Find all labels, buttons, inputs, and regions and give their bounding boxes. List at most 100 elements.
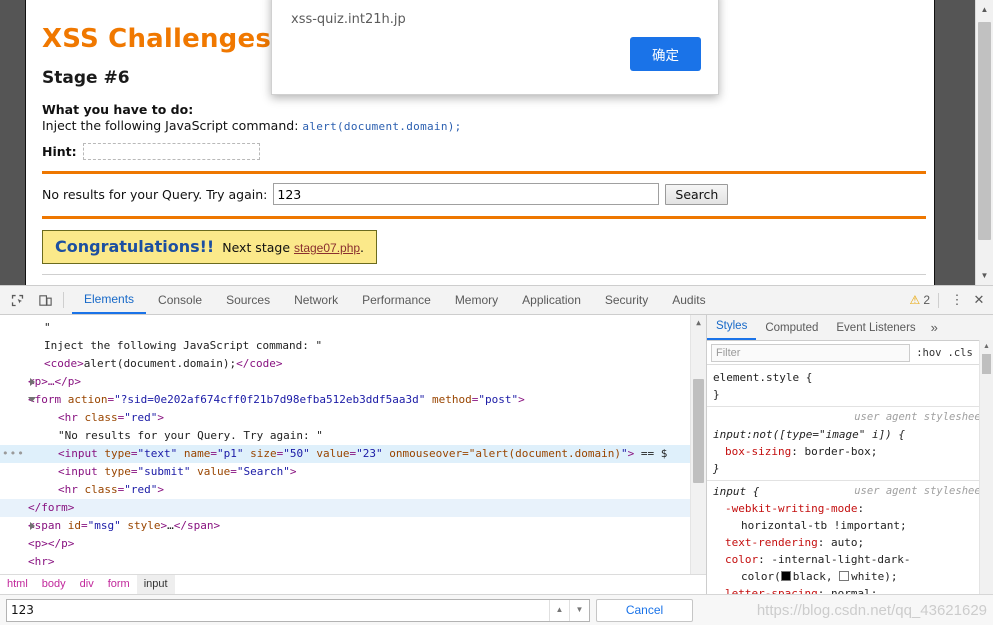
dom-node-p-collapsed[interactable]: <p>…</p> xyxy=(0,373,706,391)
style-rule-input-not-image[interactable]: user agent stylesheet input:not([type="im… xyxy=(707,407,993,481)
tab-sources[interactable]: Sources xyxy=(214,287,282,314)
tab-styles[interactable]: Styles xyxy=(707,315,757,340)
rule-value[interactable]: border-box; xyxy=(804,445,877,458)
warning-triangle-icon: ⚠ xyxy=(909,293,921,307)
watermark: https://blog.csdn.net/qq_43621629 xyxy=(756,602,987,619)
dom-tree-pane[interactable]: " Inject the following JavaScript comman… xyxy=(0,315,706,625)
dom-node-form-close[interactable]: </form> xyxy=(0,499,706,517)
collapse-triangle-icon[interactable] xyxy=(28,397,36,402)
tab-audits[interactable]: Audits xyxy=(660,287,717,314)
dom-node-code[interactable]: <code>alert(document.domain);</code> xyxy=(0,355,706,373)
dom-node-p-empty[interactable]: <p></p> xyxy=(0,535,706,553)
scroll-up-arrow-icon[interactable]: ▲ xyxy=(976,1,993,18)
style-rule-element-style[interactable]: element.style { } xyxy=(707,367,993,407)
tab-console[interactable]: Console xyxy=(146,287,214,314)
stepper-up-icon[interactable]: ▲ xyxy=(549,599,569,621)
tab-memory[interactable]: Memory xyxy=(443,287,510,314)
javascript-alert-dialog: xss-quiz.int21h.jp 确定 xyxy=(271,0,719,95)
dialog-ok-button[interactable]: 确定 xyxy=(630,37,701,71)
attr-value-open-quote: " xyxy=(356,447,363,460)
dom-node-form-open[interactable]: <form action="?sid=0e202af674cff0f21b7d9… xyxy=(0,391,706,409)
kebab-menu-icon[interactable]: ⋮ xyxy=(947,289,967,311)
rule-origin: user agent stylesheet xyxy=(854,485,987,497)
dom-node-hr-red-1[interactable]: <hr class="red"> xyxy=(0,409,706,427)
dom-scrollbar-thumb[interactable] xyxy=(693,379,704,483)
page-scrollbar[interactable]: ▲ ▼ xyxy=(975,0,993,285)
warning-counter[interactable]: ⚠ 2 xyxy=(910,293,930,307)
tab-elements[interactable]: Elements xyxy=(72,286,147,314)
tab-computed[interactable]: Computed xyxy=(756,316,827,340)
next-stage-link[interactable]: stage07.php xyxy=(294,241,360,255)
dom-node-noresults-text[interactable]: "No results for your Query. Try again: " xyxy=(0,427,706,445)
rule-prop[interactable]: text-rendering xyxy=(713,536,818,549)
toolbar-right-divider xyxy=(938,292,939,308)
expand-triangle-icon[interactable] xyxy=(30,378,35,386)
edit-value-field-wrap[interactable]: ▲ ▼ xyxy=(6,598,590,622)
styles-scrollbar-thumb[interactable] xyxy=(982,354,991,374)
styles-filter-input[interactable]: Filter xyxy=(711,343,911,362)
edit-value-input[interactable] xyxy=(7,600,549,620)
breadcrumb: html body div form input xyxy=(0,574,706,594)
color-swatch-black-icon[interactable] xyxy=(780,571,791,581)
cancel-button[interactable]: Cancel xyxy=(596,598,693,622)
screenshot-root: XSS Challenges Stage #6 What you have to… xyxy=(0,0,993,625)
hint-box[interactable] xyxy=(82,143,260,160)
device-toolbar-icon[interactable] xyxy=(34,289,56,311)
attribute-edit-bar: ▲ ▼ Cancel https://blog.csdn.net/qq_4362… xyxy=(0,594,993,625)
breadcrumb-div[interactable]: div xyxy=(73,575,101,594)
devtools-toolbar: Elements Console Sources Network Perform… xyxy=(0,286,993,315)
search-button[interactable]: Search xyxy=(665,183,729,205)
rule-origin: user agent stylesheet xyxy=(854,411,987,423)
close-icon[interactable]: ✕ xyxy=(969,289,989,311)
devtools-body: " Inject the following JavaScript comman… xyxy=(0,315,993,625)
attr-onmouseover[interactable]: onmouseover="alert(document.domain) xyxy=(389,447,621,460)
stepper-down-icon[interactable]: ▼ xyxy=(569,599,589,621)
more-tabs-icon[interactable]: » xyxy=(925,316,944,340)
dom-node-text-quote[interactable]: " xyxy=(0,319,706,337)
breadcrumb-form[interactable]: form xyxy=(101,575,137,594)
rule-close: } xyxy=(713,388,720,401)
page-scrollbar-thumb[interactable] xyxy=(978,22,991,240)
tab-network[interactable]: Network xyxy=(282,287,350,314)
inspect-element-icon[interactable] xyxy=(6,289,28,311)
rule-selector: element.style { xyxy=(713,371,813,384)
rule-prop[interactable]: color xyxy=(713,553,758,566)
attr-value-edit-text[interactable]: 23" xyxy=(363,447,383,460)
rule-prop[interactable]: -webkit-writing-mode xyxy=(713,502,857,515)
dom-node-hr-plain[interactable]: <hr> xyxy=(0,553,706,571)
tab-event-listeners[interactable]: Event Listeners xyxy=(827,316,924,340)
hint-label: Hint: xyxy=(42,144,77,159)
breadcrumb-body[interactable]: body xyxy=(35,575,73,594)
next-stage-period: . xyxy=(360,240,365,255)
dom-node-hr-red-2[interactable]: <hr class="red"> xyxy=(0,481,706,499)
styles-scroll-up-icon[interactable]: ▲ xyxy=(980,340,993,352)
styles-scrollbar[interactable]: ▲ ▼ xyxy=(979,340,993,625)
tab-application[interactable]: Application xyxy=(510,287,593,314)
node-badge-icon[interactable]: ••• xyxy=(2,445,25,463)
styles-tab-bar: Styles Computed Event Listeners » xyxy=(707,315,993,341)
class-toggle[interactable]: .cls xyxy=(948,347,973,359)
dom-node-submit[interactable]: <input type="submit" value="Search"> xyxy=(0,463,706,481)
dom-scroll-up-icon[interactable]: ▲ xyxy=(691,316,706,330)
rule-prop[interactable]: box-sizing xyxy=(713,445,791,458)
page-footer: This page was written by yamagata21, ins… xyxy=(42,274,926,285)
expand-triangle-icon[interactable] xyxy=(30,522,35,530)
hover-state-toggle[interactable]: :hov xyxy=(916,347,941,359)
tab-security[interactable]: Security xyxy=(593,287,660,314)
dom-node-span-msg[interactable]: <span id="msg" style>…</span> xyxy=(0,517,706,535)
tab-performance[interactable]: Performance xyxy=(350,287,443,314)
next-stage-text: Next stage xyxy=(222,240,294,255)
dom-tree: " Inject the following JavaScript comman… xyxy=(0,315,706,589)
dom-node-input-selected[interactable]: ••• <input type="text" name="p1" size="50… xyxy=(0,445,706,463)
breadcrumb-html[interactable]: html xyxy=(0,575,35,594)
query-input[interactable] xyxy=(273,183,660,205)
rule-value[interactable]: horizontal-tb !important; xyxy=(741,519,907,532)
dom-node-inject-text[interactable]: Inject the following JavaScript command:… xyxy=(0,337,706,355)
scroll-down-arrow-icon[interactable]: ▼ xyxy=(976,267,993,284)
breadcrumb-input[interactable]: input xyxy=(136,575,175,594)
devtools-tab-bar: Elements Console Sources Network Perform… xyxy=(72,286,718,314)
style-rule-input[interactable]: user agent stylesheet input { -webkit-wri… xyxy=(707,481,993,612)
rule-value[interactable]: auto; xyxy=(831,536,864,549)
color-swatch-white-icon[interactable] xyxy=(839,571,850,581)
query-row: No results for your Query. Try again: Se… xyxy=(42,183,918,205)
